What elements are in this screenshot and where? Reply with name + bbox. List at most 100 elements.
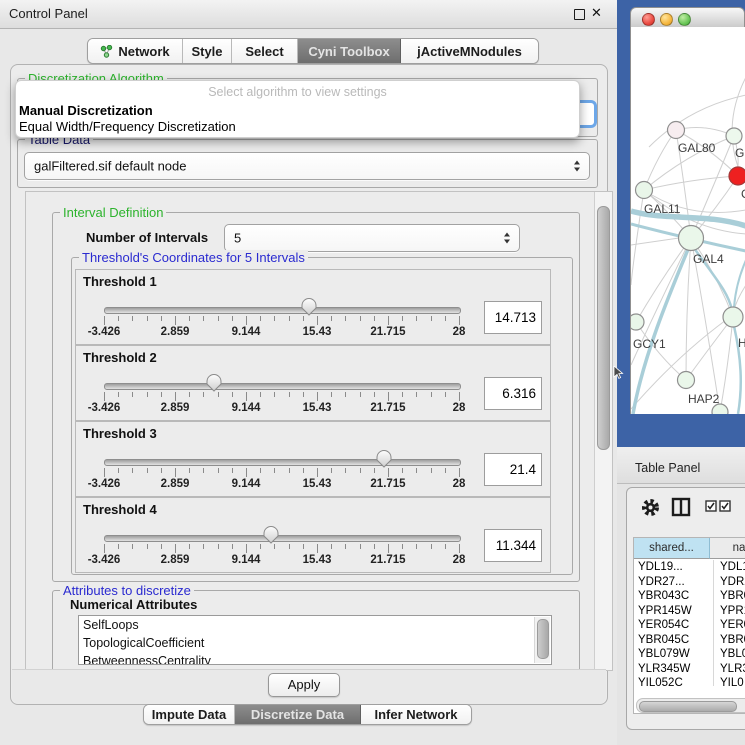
table-cell[interactable]: YBR0	[714, 589, 745, 604]
num-intervals-combo[interactable]: 5	[224, 224, 520, 252]
table-cell[interactable]: YDL1	[714, 560, 745, 575]
slider-tick	[118, 392, 119, 397]
slider-track[interactable]	[104, 535, 461, 542]
table-row[interactable]: YDR27...YDR2	[634, 575, 745, 590]
slider-tick-labels: -3.4262.8599.14415.4321.71528	[104, 554, 459, 567]
table-row[interactable]: YDL19...YDL1	[634, 560, 745, 575]
panel-scrollbar-thumb[interactable]	[597, 206, 610, 450]
slider-thumb[interactable]	[206, 374, 222, 392]
slider-track[interactable]	[104, 307, 461, 314]
table-data-combo-value: galFiltered.sif default node	[34, 159, 186, 174]
tab-cyni-toolbox[interactable]: Cyni Toolbox	[298, 39, 401, 63]
gear-icon[interactable]	[641, 498, 660, 517]
slider-tick	[374, 544, 375, 549]
threshold-value-field[interactable]: 14.713	[484, 301, 542, 334]
table-cell[interactable]: YDR2	[714, 575, 745, 590]
apply-button[interactable]: Apply	[268, 673, 340, 697]
slider-tick	[246, 316, 247, 325]
table-cell[interactable]: YPR1	[714, 604, 745, 619]
table-cell[interactable]: YBR045C	[634, 633, 714, 648]
table-data-group: Table Data galFiltered.sif default node	[17, 139, 598, 188]
algorithm-option-equal-width-frequency-discretization[interactable]: Equal Width/Frequency Discretization	[19, 119, 236, 134]
algorithm-option-manual-discretization[interactable]: Manual Discretization	[19, 103, 153, 118]
slider-thumb[interactable]	[301, 298, 317, 316]
list-scrollbar[interactable]	[534, 617, 550, 663]
threshold-label: Threshold 2	[83, 350, 157, 365]
float-window-icon[interactable]	[574, 9, 585, 20]
tab-infer-network[interactable]: Infer Network	[361, 705, 471, 724]
network-node[interactable]	[668, 122, 685, 139]
column-header-shared[interactable]: shared...	[634, 538, 710, 559]
table-row[interactable]: YBR045CYBR0	[634, 633, 745, 648]
network-node[interactable]	[726, 128, 742, 144]
table-panel-titlebar: Table Panel	[617, 447, 745, 484]
slider-tick	[218, 316, 219, 321]
slider-tick	[175, 392, 176, 401]
attribute-item-selfloops[interactable]: SelfLoops	[79, 616, 551, 634]
table-cell[interactable]: YBL079W	[634, 647, 714, 662]
tab-jactivemnodules[interactable]: jActiveMNodules	[401, 39, 538, 63]
attributes-group: Attributes to discretize Numerical Attri…	[52, 590, 580, 671]
network-node[interactable]	[679, 226, 704, 251]
table-cell[interactable]: YDR27...	[634, 575, 714, 590]
tick-label: 2.859	[161, 554, 190, 566]
column-header-name[interactable]: name	[710, 538, 745, 559]
network-node[interactable]	[723, 307, 743, 327]
threshold-value-field[interactable]: 6.316	[484, 377, 542, 410]
columns-icon[interactable]	[671, 497, 691, 517]
slider-tick	[360, 544, 361, 549]
table-hscrollbar[interactable]	[636, 698, 745, 713]
close-traffic-light[interactable]	[642, 13, 655, 26]
table-cell[interactable]: YBL0	[714, 647, 745, 662]
zoom-traffic-light[interactable]	[678, 13, 691, 26]
attribute-item-topologicalcoefficient[interactable]: TopologicalCoefficient	[79, 634, 551, 652]
network-node[interactable]	[630, 314, 644, 330]
table-cell[interactable]: YLR3	[714, 662, 745, 677]
threshold-value-field[interactable]: 21.4	[484, 453, 542, 486]
slider-track[interactable]	[104, 459, 461, 466]
select-columns-checkboxes-icon[interactable]	[705, 500, 733, 513]
list-scrollbar-thumb[interactable]	[537, 619, 549, 659]
close-icon[interactable]: ✕	[591, 5, 602, 21]
tab-select[interactable]: Select	[232, 39, 298, 63]
slider-tick	[161, 544, 162, 549]
tab-style[interactable]: Style	[183, 39, 232, 63]
tab-network[interactable]: Network	[88, 39, 183, 63]
table-cell[interactable]: YER054C	[634, 618, 714, 633]
slider-track[interactable]	[104, 383, 461, 390]
table-cell[interactable]: YLR345W	[634, 662, 714, 677]
table-cell[interactable]: YBR0	[714, 633, 745, 648]
network-node[interactable]	[678, 372, 695, 389]
slider-thumb[interactable]	[376, 450, 392, 468]
network-canvas[interactable]: GAL80G.CGAL11GAL4GCY1HHAP2	[630, 27, 745, 414]
table-hscrollbar-thumb[interactable]	[639, 701, 737, 712]
network-node[interactable]	[729, 167, 745, 185]
table-row[interactable]: YLR345WYLR3	[634, 662, 745, 677]
attribute-item-betweennesscentrality[interactable]: BetweennessCentrality	[79, 652, 551, 665]
table-panel-title: Table Panel	[635, 461, 700, 475]
tab-impute-data[interactable]: Impute Data	[144, 705, 235, 724]
table-row[interactable]: YBL079WYBL0	[634, 647, 745, 662]
table-cell[interactable]: YER0	[714, 618, 745, 633]
panel-scrollbar[interactable]	[594, 192, 612, 670]
slider-thumb[interactable]	[263, 526, 279, 544]
table-cell[interactable]: YBR043C	[634, 589, 714, 604]
slider-tick	[459, 468, 460, 477]
interval-group-title: Interval Definition	[60, 205, 166, 220]
network-node[interactable]	[636, 182, 653, 199]
tick-label: 2.859	[161, 326, 190, 338]
table-cell[interactable]: YPR145W	[634, 604, 714, 619]
slider-tick	[274, 392, 275, 397]
table-cell[interactable]: YIL0	[714, 676, 745, 686]
table-row[interactable]: YBR043CYBR0	[634, 589, 745, 604]
tab-discretize-data[interactable]: Discretize Data	[235, 705, 361, 724]
node-label: GAL4	[693, 252, 724, 266]
minimize-traffic-light[interactable]	[660, 13, 673, 26]
table-cell[interactable]: YDL19...	[634, 560, 714, 575]
table-row[interactable]: YIL052CYIL0	[634, 676, 745, 686]
threshold-value-field[interactable]: 11.344	[484, 529, 542, 562]
table-cell[interactable]: YIL052C	[634, 676, 714, 686]
table-row[interactable]: YPR145WYPR1	[634, 604, 745, 619]
table-data-combo[interactable]: galFiltered.sif default node	[24, 152, 590, 180]
table-row[interactable]: YER054CYER0	[634, 618, 745, 633]
